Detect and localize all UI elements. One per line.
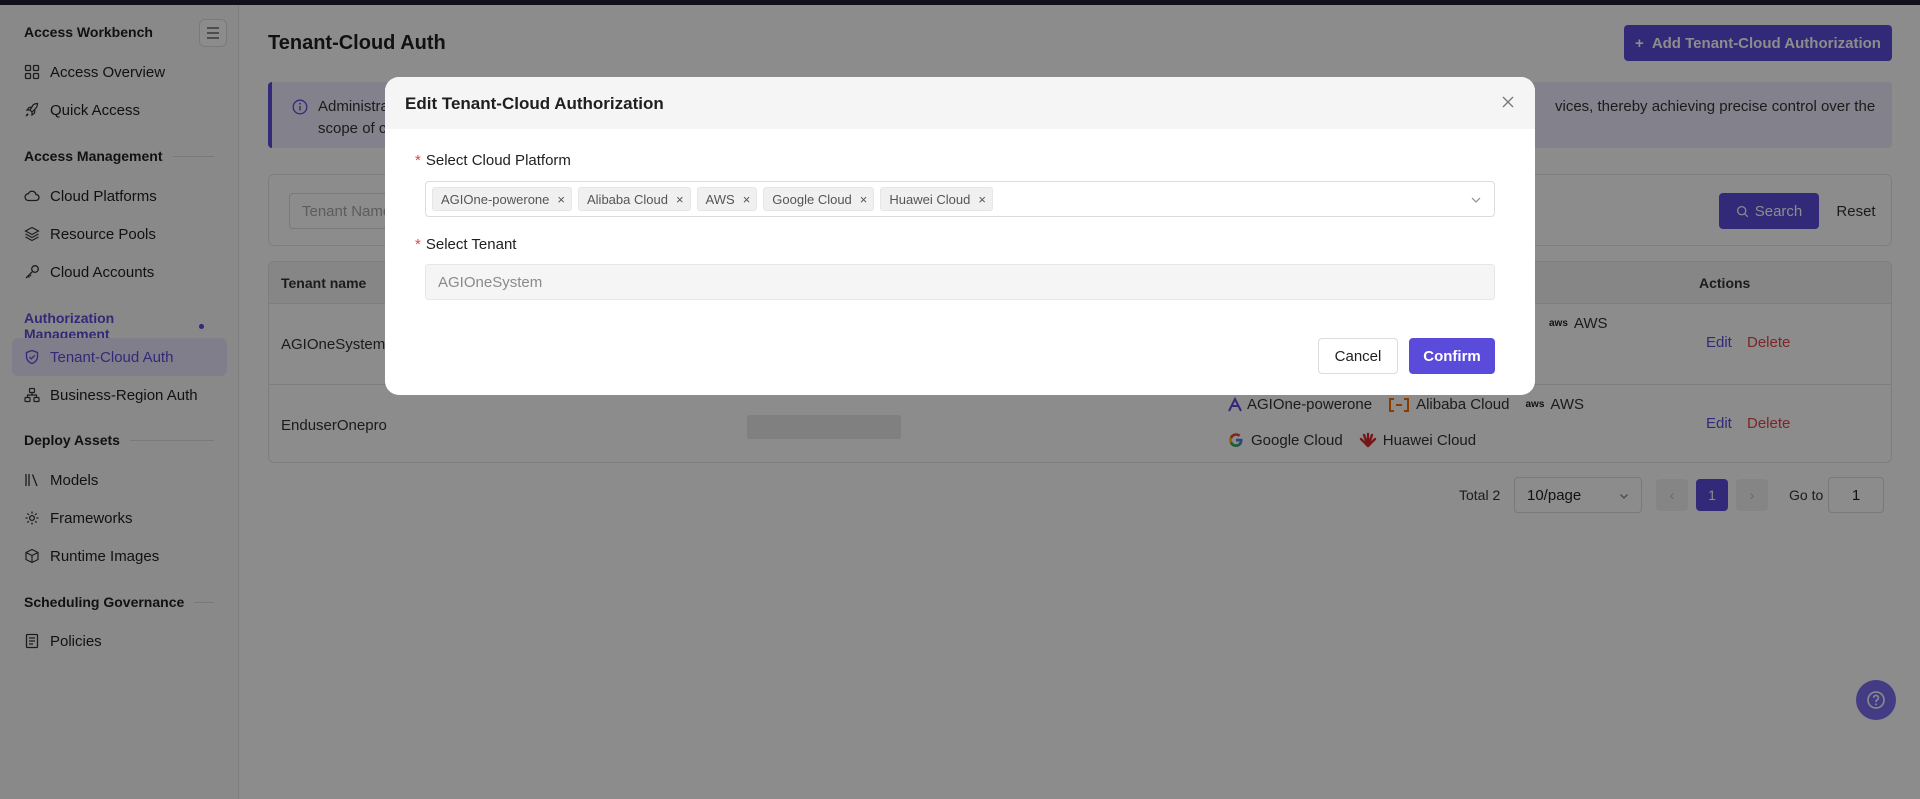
- tag-label: Huawei Cloud: [889, 191, 971, 207]
- tag-label: AWS: [705, 191, 735, 207]
- tag-huawei-cloud: Huawei Cloud ×: [880, 187, 993, 211]
- required-mark: *: [415, 236, 421, 253]
- dialog-title: Edit Tenant-Cloud Authorization: [405, 94, 664, 113]
- tag-remove-icon[interactable]: ×: [860, 192, 868, 207]
- tag-remove-icon[interactable]: ×: [557, 192, 565, 207]
- tag-label: Alibaba Cloud: [587, 191, 668, 207]
- tag-agione-powerone: AGIOne-powerone ×: [432, 187, 572, 211]
- tenant-label: * Select Tenant: [415, 236, 516, 253]
- cloud-platform-label: * Select Cloud Platform: [415, 152, 571, 169]
- field-label-text: Select Cloud Platform: [425, 152, 571, 169]
- cancel-button[interactable]: Cancel: [1318, 338, 1398, 374]
- close-icon[interactable]: [1501, 95, 1515, 109]
- confirm-button[interactable]: Confirm: [1409, 338, 1495, 374]
- tenant-select-disabled: AGIOneSystem: [425, 264, 1495, 300]
- edit-authorization-dialog: Edit Tenant-Cloud Authorization * Select …: [385, 77, 1535, 395]
- field-label-text: Select Tenant: [425, 236, 517, 253]
- tag-aws: AWS ×: [696, 187, 758, 211]
- tag-alibaba-cloud: Alibaba Cloud ×: [578, 187, 691, 211]
- chevron-down-icon: [1471, 197, 1481, 203]
- tag-google-cloud: Google Cloud ×: [763, 187, 875, 211]
- tag-label: Google Cloud: [772, 191, 852, 207]
- required-mark: *: [415, 152, 421, 169]
- tag-remove-icon[interactable]: ×: [676, 192, 684, 207]
- tag-remove-icon[interactable]: ×: [978, 192, 986, 207]
- tag-remove-icon[interactable]: ×: [743, 192, 751, 207]
- cloud-platform-select[interactable]: AGIOne-powerone × Alibaba Cloud × AWS × Goo…: [425, 181, 1495, 217]
- dialog-header: Edit Tenant-Cloud Authorization: [385, 77, 1535, 129]
- tag-label: AGIOne-powerone: [441, 191, 550, 207]
